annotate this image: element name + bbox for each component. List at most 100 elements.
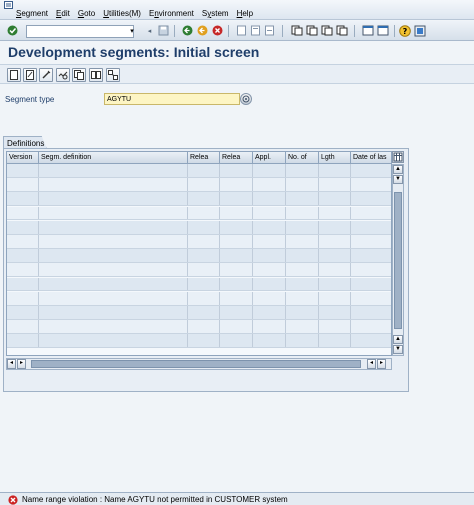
- shortcut-icon[interactable]: [376, 24, 389, 37]
- table-cell[interactable]: [351, 278, 391, 291]
- table-cell[interactable]: [220, 277, 253, 291]
- table-cell[interactable]: [39, 334, 188, 348]
- table-cell[interactable]: [286, 235, 319, 248]
- table-cell[interactable]: [319, 277, 351, 291]
- new-session-icon[interactable]: [361, 24, 374, 37]
- table-cell[interactable]: [39, 291, 188, 305]
- check-icon[interactable]: [56, 68, 70, 82]
- column-settings-icon[interactable]: [392, 151, 404, 163]
- table-cell[interactable]: [220, 206, 253, 220]
- segment-type-input[interactable]: [104, 93, 240, 105]
- command-field[interactable]: [26, 25, 134, 38]
- table-cell[interactable]: [253, 164, 286, 177]
- table-row[interactable]: [7, 291, 391, 306]
- table-cell[interactable]: [220, 220, 253, 234]
- scroll-right-icon[interactable]: ▸: [377, 359, 386, 369]
- table-cell[interactable]: [286, 334, 319, 348]
- horizontal-scrollbar[interactable]: ◂ ▸ ◂ ▸: [6, 358, 392, 370]
- table-cell[interactable]: [319, 263, 351, 277]
- table-cell[interactable]: [319, 206, 351, 220]
- table-cell[interactable]: [286, 306, 319, 319]
- table-cell[interactable]: [39, 263, 188, 277]
- table-cell[interactable]: [7, 164, 39, 177]
- table-cell[interactable]: [319, 320, 351, 333]
- table-cell[interactable]: [319, 220, 351, 234]
- column-header[interactable]: Date of las: [351, 152, 391, 164]
- menu-help[interactable]: Help: [233, 9, 257, 18]
- table-cell[interactable]: [319, 164, 351, 177]
- table-cell[interactable]: [351, 334, 391, 347]
- table-cell[interactable]: [286, 263, 319, 277]
- table-cell[interactable]: [188, 277, 220, 291]
- scroll-down-icon[interactable]: ▲: [393, 335, 403, 344]
- table-cell[interactable]: [7, 306, 39, 319]
- scroll-right-page-icon[interactable]: ◂: [367, 359, 376, 369]
- table-cell[interactable]: [39, 178, 188, 191]
- scroll-left-icon[interactable]: ◂: [7, 359, 16, 369]
- table-cell[interactable]: [253, 220, 286, 234]
- table-cell[interactable]: [286, 277, 319, 291]
- table-cell[interactable]: [188, 249, 220, 262]
- table-cell[interactable]: [188, 235, 220, 248]
- table-cell[interactable]: [220, 263, 253, 277]
- next-page-icon[interactable]: [320, 24, 333, 37]
- cancel-icon[interactable]: [211, 24, 224, 37]
- customize-layout-icon[interactable]: [413, 24, 426, 37]
- table-cell[interactable]: [253, 249, 286, 262]
- table-cell[interactable]: [351, 178, 391, 191]
- vertical-scroll-thumb[interactable]: [394, 192, 402, 329]
- table-cell[interactable]: [253, 320, 286, 333]
- table-cell[interactable]: [319, 291, 351, 305]
- table-cell[interactable]: [39, 192, 188, 206]
- table-row[interactable]: [7, 235, 391, 249]
- back-icon[interactable]: [181, 24, 194, 37]
- table-cell[interactable]: [253, 192, 286, 206]
- table-cell[interactable]: [7, 291, 39, 305]
- table-cell[interactable]: [7, 334, 39, 348]
- table-cell[interactable]: [319, 306, 351, 319]
- table-cell[interactable]: [351, 192, 391, 205]
- table-cell[interactable]: [253, 178, 286, 191]
- table-cell[interactable]: [351, 292, 391, 305]
- menu-system[interactable]: System: [198, 9, 233, 18]
- table-cell[interactable]: [188, 164, 220, 177]
- table-cell[interactable]: [7, 206, 39, 220]
- table-cell[interactable]: [39, 320, 188, 333]
- find-icon[interactable]: [249, 24, 262, 37]
- vertical-scrollbar[interactable]: ▲ ▼ ▲ ▼: [392, 164, 404, 356]
- table-cell[interactable]: [286, 249, 319, 262]
- column-header[interactable]: Segm. definition: [39, 152, 188, 164]
- column-header[interactable]: Relea: [188, 152, 220, 164]
- table-cell[interactable]: [319, 334, 351, 348]
- change-icon[interactable]: [23, 68, 37, 82]
- table-cell[interactable]: [351, 320, 391, 333]
- table-cell[interactable]: [253, 263, 286, 277]
- menu-edit[interactable]: Edit: [52, 9, 74, 18]
- table-cell[interactable]: [188, 178, 220, 191]
- column-header[interactable]: Lgth: [319, 152, 351, 164]
- exit-icon[interactable]: [196, 24, 209, 37]
- menu-utilities-m[interactable]: Utilities(M): [99, 9, 145, 18]
- enter-icon[interactable]: [6, 24, 19, 37]
- table-cell[interactable]: [220, 306, 253, 319]
- table-cell[interactable]: [286, 178, 319, 191]
- column-header[interactable]: Appl.: [253, 152, 286, 164]
- table-cell[interactable]: [7, 220, 39, 234]
- table-cell[interactable]: [7, 235, 39, 248]
- table-cell[interactable]: [39, 249, 188, 262]
- table-cell[interactable]: [351, 249, 391, 262]
- table-cell[interactable]: [351, 263, 391, 276]
- scroll-up-icon[interactable]: ▼: [393, 175, 403, 184]
- table-row[interactable]: [7, 263, 391, 278]
- table-cell[interactable]: [39, 277, 188, 291]
- table-cell[interactable]: [7, 263, 39, 277]
- menu-environment[interactable]: Environment: [145, 9, 198, 18]
- last-page-icon[interactable]: [335, 24, 348, 37]
- table-row[interactable]: [7, 164, 391, 178]
- table-row[interactable]: [7, 334, 391, 349]
- copy-icon[interactable]: [72, 68, 86, 82]
- table-cell[interactable]: [39, 164, 188, 177]
- table-cell[interactable]: [188, 306, 220, 319]
- table-cell[interactable]: [286, 164, 319, 177]
- table-cell[interactable]: [286, 291, 319, 305]
